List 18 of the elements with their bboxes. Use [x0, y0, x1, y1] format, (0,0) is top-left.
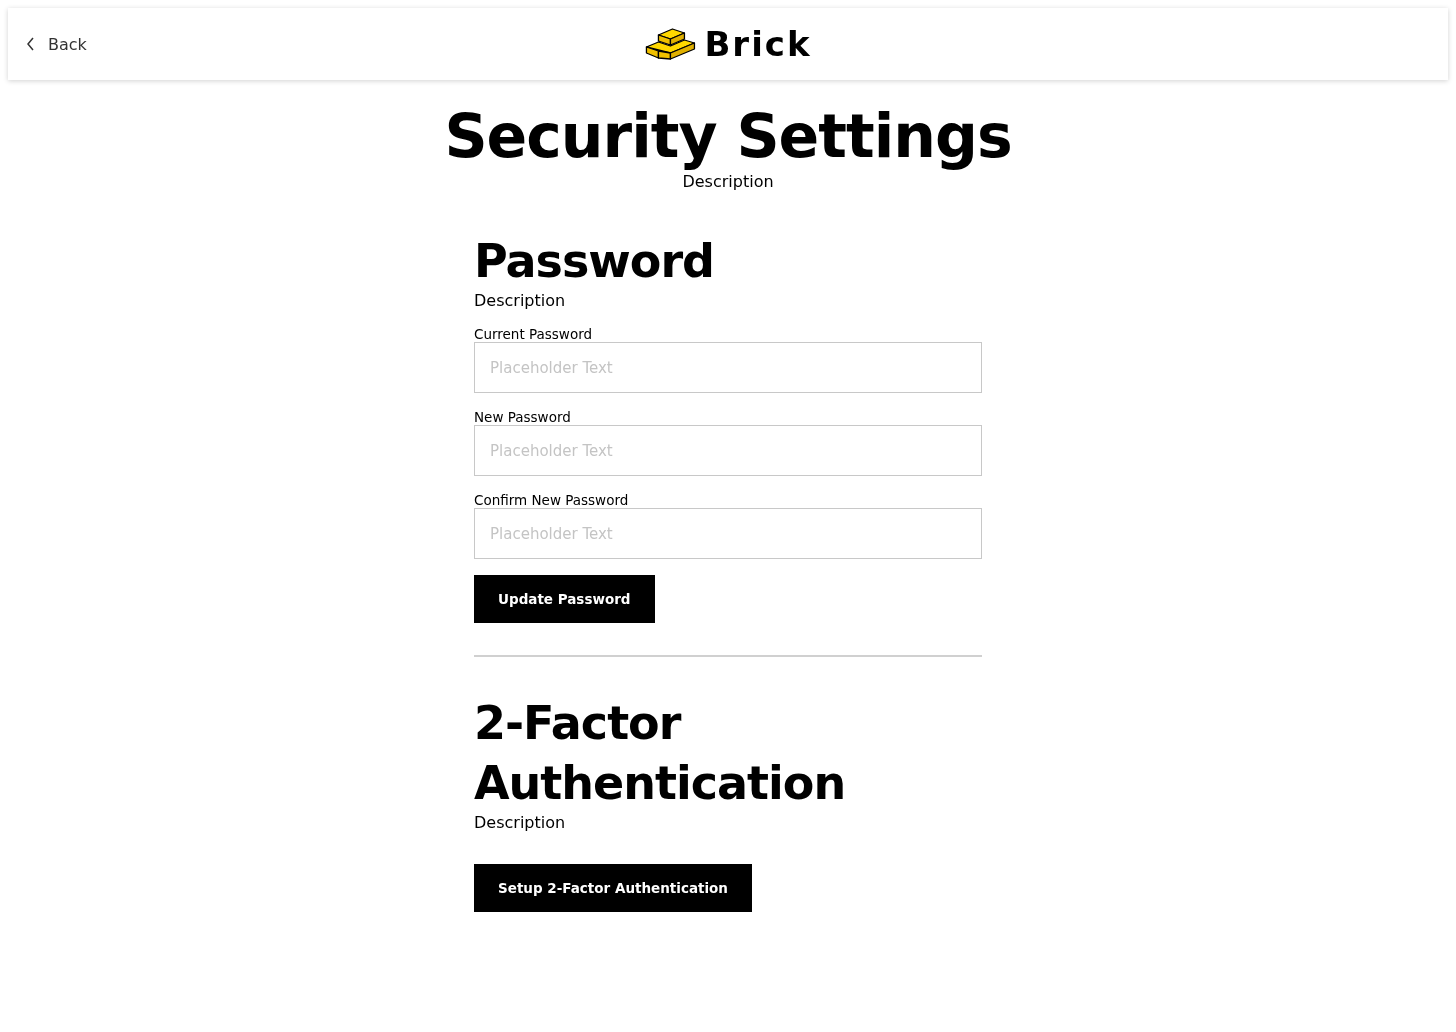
- field-label: Current Password: [474, 326, 594, 342]
- input-field[interactable]: Placeholder Text: [474, 425, 982, 476]
- field-label: New Password: [474, 409, 572, 425]
- input-field[interactable]: Placeholder Text: [474, 508, 982, 559]
- section-title: 2-Factor Authentication: [474, 695, 847, 812]
- page-description: Description: [682, 172, 774, 191]
- input-field[interactable]: Placeholder Text: [474, 342, 982, 393]
- setup-button[interactable]: Setup 2-Factor Authentication: [474, 864, 752, 912]
- section-title: Password: [474, 233, 715, 290]
- chevron-left-icon: [26, 37, 36, 51]
- page-title: Security Settings: [444, 100, 1012, 172]
- section-description: Description: [474, 813, 567, 832]
- field-label: Confirm New Password: [474, 492, 630, 508]
- back-link[interactable]: Back: [26, 34, 87, 54]
- logo-text: Brick: [704, 24, 812, 64]
- brick-stack-icon: [644, 27, 697, 61]
- update-password-button[interactable]: Update Password: [474, 575, 655, 623]
- section-description: Description: [474, 291, 567, 310]
